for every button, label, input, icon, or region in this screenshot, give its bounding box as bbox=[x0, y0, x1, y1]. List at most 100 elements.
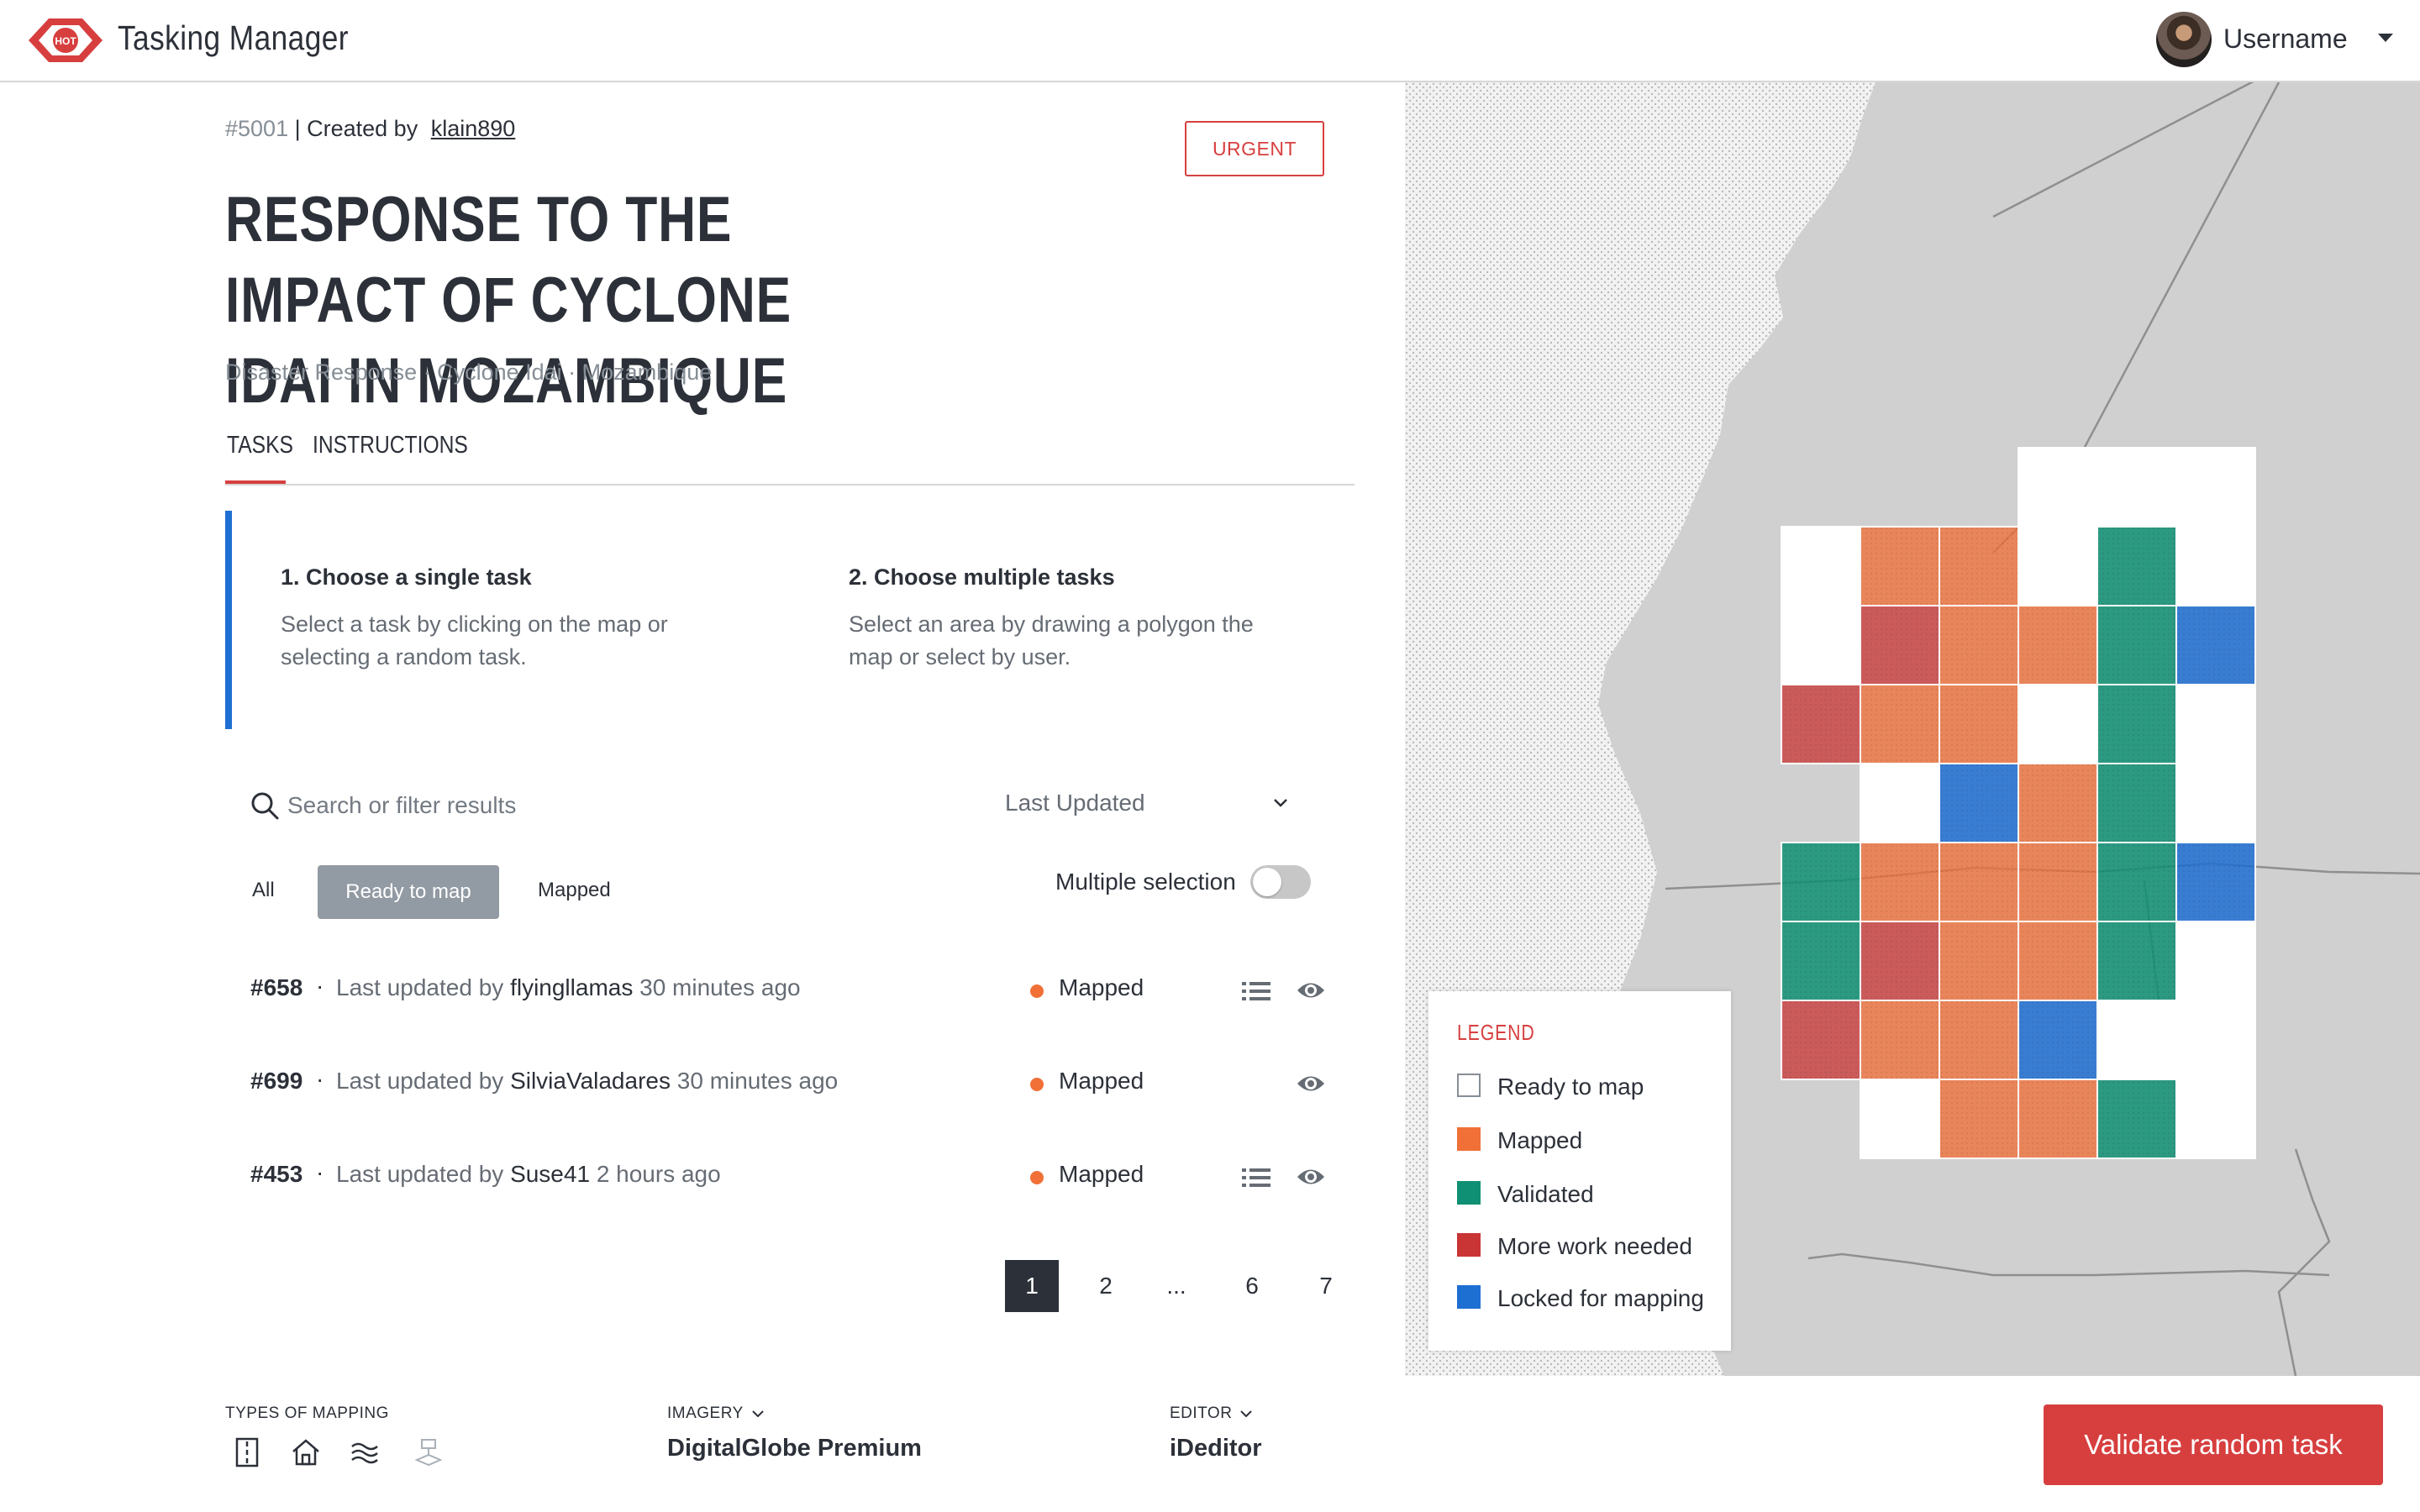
status-dot bbox=[1030, 1078, 1044, 1091]
list-icon[interactable] bbox=[1242, 1166, 1270, 1189]
task-cell-texture bbox=[2019, 922, 2096, 1000]
task-cell-ready[interactable] bbox=[2018, 526, 2098, 606]
validated-swatch bbox=[1457, 1181, 1481, 1205]
mapped-swatch bbox=[1457, 1127, 1481, 1151]
chevron-down-icon bbox=[1240, 1410, 1253, 1418]
validate-random-task-button[interactable]: Validate random task bbox=[2044, 1404, 2383, 1485]
task-cell-texture bbox=[1940, 606, 2018, 684]
task-cell-texture bbox=[1861, 922, 1939, 1000]
filter-ready-to-map[interactable]: Ready to map bbox=[318, 865, 499, 919]
task-cell-ready[interactable] bbox=[2175, 684, 2256, 764]
eye-icon[interactable] bbox=[1296, 1164, 1326, 1189]
list-icon[interactable] bbox=[1242, 979, 1270, 1003]
task-row[interactable]: #658 · Last updated by flyingllamas 30 m… bbox=[250, 964, 1343, 1015]
task-cell-ready[interactable] bbox=[2096, 447, 2177, 528]
task-id: #453 bbox=[250, 1161, 303, 1187]
task-cell-ready[interactable] bbox=[1781, 605, 1861, 685]
legend-item: Validated bbox=[1457, 1176, 1726, 1210]
task-cell-ready[interactable] bbox=[2175, 1000, 2256, 1080]
task-cell-texture bbox=[1861, 528, 1939, 605]
app-title[interactable]: Tasking Manager bbox=[118, 18, 349, 58]
task-row[interactable]: #453 · Last updated by Suse41 2 hours ag… bbox=[250, 1151, 1343, 1201]
locked-swatch bbox=[1457, 1285, 1481, 1309]
task-last-updated: Last updated by Suse41 2 hours ago bbox=[336, 1161, 721, 1188]
task-cell-ready[interactable] bbox=[2096, 1000, 2177, 1080]
legend-item: Mapped bbox=[1457, 1122, 1726, 1156]
task-cell-ready[interactable] bbox=[1860, 763, 1940, 843]
project-meta: #5001 | Created by klain890 bbox=[225, 116, 515, 142]
user-avatar[interactable] bbox=[2156, 12, 2212, 67]
updated-prefix: Last updated by bbox=[336, 1161, 504, 1187]
task-user[interactable]: flyingllamas bbox=[510, 974, 633, 1000]
task-row[interactable]: #699 · Last updated by SilviaValadares 3… bbox=[250, 1058, 1343, 1108]
search-input[interactable] bbox=[286, 788, 709, 823]
tab-instructions[interactable]: INSTRUCTIONS bbox=[313, 432, 468, 459]
legend-label: Mapped bbox=[1497, 1127, 1583, 1153]
multiple-selection-toggle[interactable] bbox=[1250, 865, 1311, 899]
page-button-7[interactable]: 7 bbox=[1299, 1260, 1353, 1312]
task-cell-texture bbox=[1782, 1001, 1860, 1079]
task-cell-texture bbox=[2019, 1001, 2096, 1079]
task-cell-texture bbox=[1861, 843, 1939, 921]
task-cell-texture bbox=[1940, 1080, 2018, 1158]
tab-bar: TASKS INSTRUCTIONS bbox=[225, 427, 1355, 486]
building-icon bbox=[292, 1439, 319, 1466]
task-cell-texture bbox=[1861, 606, 1939, 684]
task-cell-ready[interactable] bbox=[1781, 526, 1861, 606]
page-button-6[interactable]: 6 bbox=[1225, 1260, 1279, 1312]
status-dot bbox=[1030, 984, 1044, 998]
filter-mapped[interactable]: Mapped bbox=[538, 879, 611, 902]
legend-label: More work needed bbox=[1497, 1233, 1692, 1259]
task-cell-texture bbox=[2098, 528, 2175, 605]
task-cell-ready[interactable] bbox=[2175, 763, 2256, 843]
task-cell-texture bbox=[1940, 528, 2018, 605]
task-id: #658 bbox=[250, 974, 303, 1000]
task-cell-ready[interactable] bbox=[2018, 447, 2098, 528]
caret-down-icon[interactable] bbox=[2376, 29, 2395, 47]
task-cell-ready[interactable] bbox=[2175, 447, 2256, 528]
hot-logo[interactable]: HOT bbox=[27, 15, 104, 66]
chevron-down-icon[interactable] bbox=[1270, 793, 1291, 813]
eye-icon[interactable] bbox=[1296, 978, 1326, 1003]
editor-label[interactable]: EDITOR bbox=[1170, 1404, 1254, 1423]
task-cell-texture bbox=[1940, 764, 2018, 842]
chevron-down-icon bbox=[752, 1410, 764, 1418]
updated-time: 30 minutes ago bbox=[676, 1068, 839, 1094]
username[interactable]: Username bbox=[2223, 24, 2348, 55]
task-user[interactable]: Suse41 bbox=[510, 1161, 590, 1187]
legend-item: Locked for mapping bbox=[1457, 1280, 1726, 1314]
separator: · bbox=[316, 973, 324, 999]
task-cell-ready[interactable] bbox=[2175, 1079, 2256, 1159]
creator-link[interactable]: klain890 bbox=[431, 116, 516, 141]
task-status: Mapped bbox=[1059, 974, 1144, 1000]
task-cell-ready[interactable] bbox=[2175, 921, 2256, 1001]
task-user[interactable]: SilviaValadares bbox=[510, 1068, 671, 1094]
tab-tasks[interactable]: TASKS bbox=[227, 432, 293, 459]
task-cell-texture bbox=[2098, 764, 2175, 842]
page-ellipsis: ... bbox=[1166, 1273, 1186, 1299]
task-last-updated: Last updated by SilviaValadares 30 minut… bbox=[336, 1068, 838, 1095]
task-cell-texture bbox=[1782, 685, 1860, 763]
task-cell-texture bbox=[2019, 843, 2096, 921]
task-cell-texture bbox=[1940, 1001, 2018, 1079]
single-task-title: 1. Choose a single task bbox=[281, 564, 532, 590]
task-cell-ready[interactable] bbox=[2018, 684, 2098, 764]
imagery-label[interactable]: IMAGERY bbox=[667, 1404, 765, 1423]
sort-select[interactable]: Last Updated bbox=[1005, 790, 1145, 816]
task-cell-ready[interactable] bbox=[2175, 526, 2256, 606]
waterway-icon bbox=[351, 1442, 378, 1464]
road-icon bbox=[235, 1437, 259, 1467]
editor-label-text: EDITOR bbox=[1170, 1404, 1233, 1422]
page-button-2[interactable]: 2 bbox=[1079, 1260, 1133, 1312]
imagery-value: DigitalGlobe Premium bbox=[667, 1435, 922, 1462]
eye-icon[interactable] bbox=[1296, 1071, 1326, 1096]
legend-title: LEGEND bbox=[1457, 1020, 1535, 1045]
task-cell-ready[interactable] bbox=[1860, 1079, 1940, 1159]
filter-all[interactable]: All bbox=[252, 879, 275, 902]
more-work-swatch bbox=[1457, 1233, 1481, 1257]
page-button-1[interactable]: 1 bbox=[1005, 1260, 1059, 1312]
legend-label: Locked for mapping bbox=[1497, 1285, 1704, 1311]
task-cell-texture bbox=[2177, 606, 2254, 684]
updated-time: 30 minutes ago bbox=[639, 974, 801, 1000]
legend-label: Validated bbox=[1497, 1181, 1594, 1207]
